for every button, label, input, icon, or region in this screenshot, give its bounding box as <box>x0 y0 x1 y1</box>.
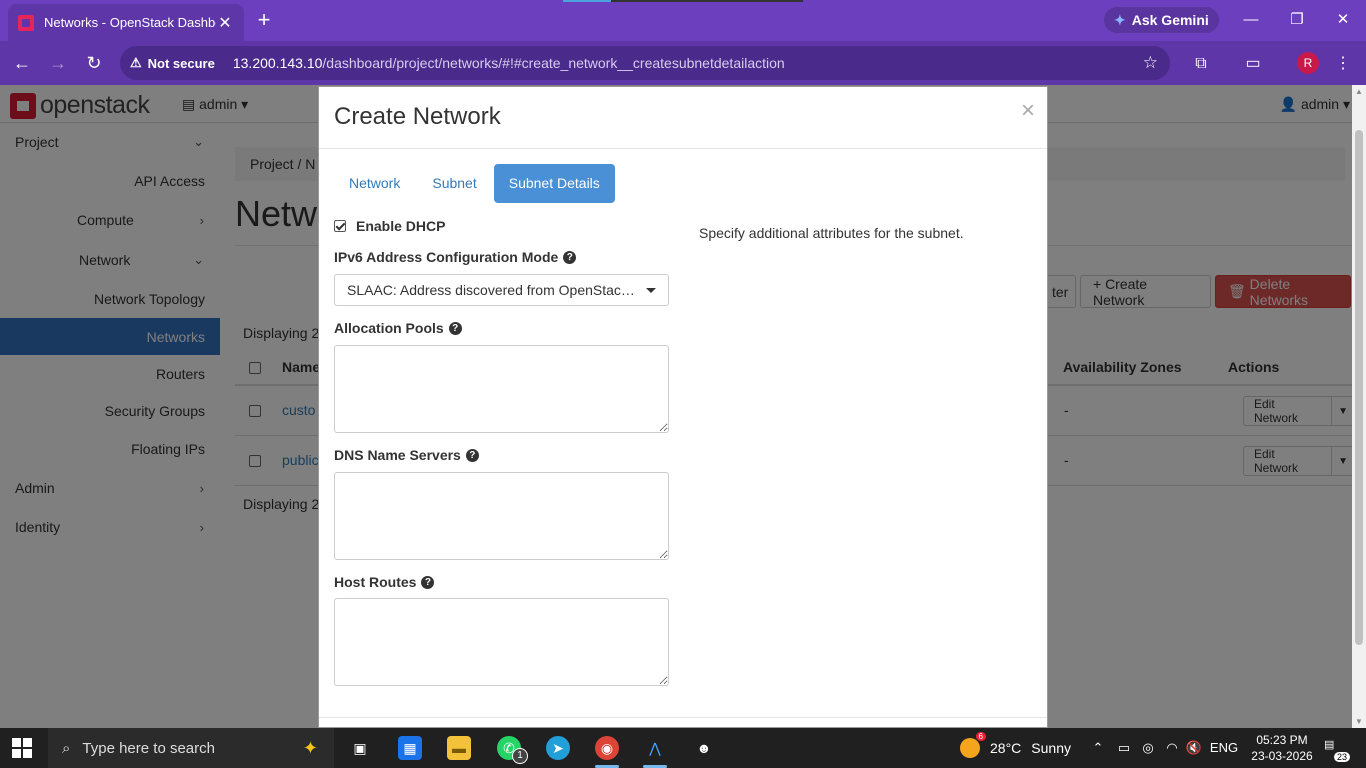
url-path: /dashboard/project/networks/#!#create_ne… <box>322 55 785 71</box>
dns-name-servers-label: DNS Name Servers ? <box>334 447 479 463</box>
ipv6-mode-label: IPv6 Address Configuration Mode ? <box>334 249 577 265</box>
gemini-sparkle-icon: ✦ <box>1114 11 1126 28</box>
enable-dhcp-row[interactable]: Enable DHCP <box>334 217 445 235</box>
search-placeholder: Type here to search <box>82 739 215 757</box>
allocation-pools-textarea[interactable] <box>334 345 669 433</box>
sun-icon: 6 <box>960 732 986 758</box>
openstack-favicon-icon <box>18 14 34 31</box>
dns-name-servers-textarea[interactable] <box>334 472 669 560</box>
battery-icon[interactable]: ▭ <box>1114 728 1134 768</box>
browser-toolbar: ← → ↻ ⚠ Not secure 13.200.143.10/dashboa… <box>0 41 1366 85</box>
profile-avatar[interactable]: R <box>1297 52 1319 74</box>
not-secure-indicator[interactable]: ⚠ Not secure <box>130 55 225 71</box>
forward-arrow-icon[interactable]: → <box>44 49 72 77</box>
modal-header: Create Network × <box>319 87 1047 149</box>
telegram-icon[interactable]: ➤ <box>546 736 570 760</box>
mascot-app-icon[interactable]: ☻ <box>692 736 716 760</box>
ipv6-mode-select[interactable]: SLAAC: Address discovered from OpenStack… <box>334 274 669 306</box>
enable-dhcp-checkbox[interactable] <box>334 220 346 232</box>
not-secure-label: Not secure <box>147 55 215 71</box>
wifi-icon[interactable]: ◠ <box>1162 728 1182 768</box>
ipv6-mode-label-text: IPv6 Address Configuration Mode <box>334 249 559 265</box>
allocation-pools-label: Allocation Pools ? <box>334 320 462 336</box>
help-icon[interactable]: ? <box>465 448 479 462</box>
subnet-details-description: Specify additional attributes for the su… <box>699 225 964 241</box>
microsoft-store-icon[interactable]: ▦ <box>398 736 422 760</box>
weather-condition: Sunny <box>1031 740 1071 756</box>
help-icon[interactable]: ? <box>448 321 462 335</box>
tab-title: Networks - OpenStack Dashboard <box>44 15 216 30</box>
allocation-pools-label-text: Allocation Pools <box>334 320 444 336</box>
whatsapp-badge: 1 <box>512 748 528 764</box>
tab-network[interactable]: Network <box>334 164 415 203</box>
create-network-modal: Create Network × Network Subnet Subnet D… <box>318 86 1048 728</box>
azure-data-studio-icon[interactable]: ⋀ <box>643 736 667 760</box>
scrollbar-thumb[interactable] <box>1355 130 1363 645</box>
page-scrollbar[interactable]: ▲ ▼ <box>1352 85 1366 728</box>
url-host: 13.200.143.10 <box>232 55 323 71</box>
ipv6-mode-value: SLAAC: Address discovered from OpenStack… <box>347 282 638 298</box>
reload-icon[interactable]: ↻ <box>80 49 108 77</box>
task-view-icon[interactable]: ▣ <box>348 736 372 760</box>
taskbar-clock[interactable]: 05:23 PM 23-03-2026 <box>1250 732 1314 764</box>
weather-badge: 6 <box>975 732 986 741</box>
browser-tab[interactable]: Networks - OpenStack Dashboard ✕ <box>8 4 244 41</box>
copilot-sparkle-icon: ✦ <box>302 737 318 758</box>
clock-time: 05:23 PM <box>1256 733 1308 747</box>
modal-footer-divider <box>319 717 1047 718</box>
cast-icon[interactable]: ▭ <box>1242 53 1264 75</box>
chevron-up-icon[interactable]: ⌃ <box>1088 728 1108 768</box>
tab-subnet-details[interactable]: Subnet Details <box>493 164 615 203</box>
bookmark-star-icon[interactable]: ☆ <box>1143 53 1158 73</box>
windows-start-icon[interactable] <box>12 738 32 758</box>
ask-gemini-label: Ask Gemini <box>1131 12 1209 28</box>
weather-widget[interactable]: 6 28°C Sunny <box>960 728 1071 768</box>
new-tab-button[interactable]: + <box>254 6 274 34</box>
notification-count: 23 <box>1333 752 1350 762</box>
modal-tabs: Network Subnet Subnet Details <box>334 164 617 204</box>
ask-gemini-button[interactable]: ✦ Ask Gemini <box>1104 7 1219 33</box>
host-routes-label: Host Routes ? <box>334 574 435 590</box>
windows-taskbar: ⌕ Type here to search ✦ ▣ ▦ ▬ ✆ 1 ➤ ◉ ⋀ … <box>0 728 1366 768</box>
minimize-icon[interactable]: — <box>1228 0 1274 40</box>
dns-name-servers-label-text: DNS Name Servers <box>334 447 461 463</box>
weather-temperature: 28°C <box>990 740 1022 756</box>
help-icon[interactable]: ? <box>421 575 435 589</box>
tab-close-icon[interactable]: ✕ <box>216 13 234 33</box>
address-bar[interactable]: ⚠ Not secure 13.200.143.10/dashboard/pro… <box>120 46 1170 80</box>
speaker-muted-icon[interactable]: 🔇 <box>1184 728 1204 768</box>
language-indicator[interactable]: ENG <box>1208 728 1240 768</box>
back-arrow-icon[interactable]: ← <box>8 49 36 77</box>
search-icon: ⌕ <box>62 739 71 757</box>
file-explorer-icon[interactable]: ▬ <box>447 736 471 760</box>
modal-title: Create Network <box>334 103 501 130</box>
scroll-up-icon[interactable]: ▲ <box>1355 87 1363 96</box>
clock-date: 23-03-2026 <box>1251 749 1313 763</box>
restore-icon[interactable]: ❐ <box>1274 0 1320 40</box>
extensions-icon[interactable]: ⧉ <box>1190 53 1212 75</box>
chrome-icon[interactable]: ◉ <box>595 736 619 760</box>
modal-close-icon[interactable]: × <box>1021 97 1035 125</box>
top-accent-dark <box>611 0 803 2</box>
warning-triangle-icon: ⚠ <box>130 55 142 70</box>
caret-down-icon <box>646 287 656 293</box>
browser-menu-icon[interactable]: ⋮ <box>1332 53 1354 75</box>
help-icon[interactable]: ? <box>563 250 577 264</box>
taskbar-search-box[interactable]: ⌕ Type here to search ✦ <box>48 728 334 768</box>
top-accent <box>563 0 611 2</box>
host-routes-label-text: Host Routes <box>334 574 417 590</box>
host-routes-textarea[interactable] <box>334 598 669 686</box>
camera-icon[interactable]: ◎ <box>1138 728 1158 768</box>
browser-tab-strip: Networks - OpenStack Dashboard ✕ + ✦ Ask… <box>0 0 1366 41</box>
scroll-down-icon[interactable]: ▼ <box>1355 717 1363 726</box>
tab-subnet[interactable]: Subnet <box>417 164 491 203</box>
window-close-icon[interactable]: ✕ <box>1320 0 1366 40</box>
enable-dhcp-label: Enable DHCP <box>356 218 446 234</box>
notification-center-icon[interactable]: ▤ 23 <box>1324 738 1350 762</box>
